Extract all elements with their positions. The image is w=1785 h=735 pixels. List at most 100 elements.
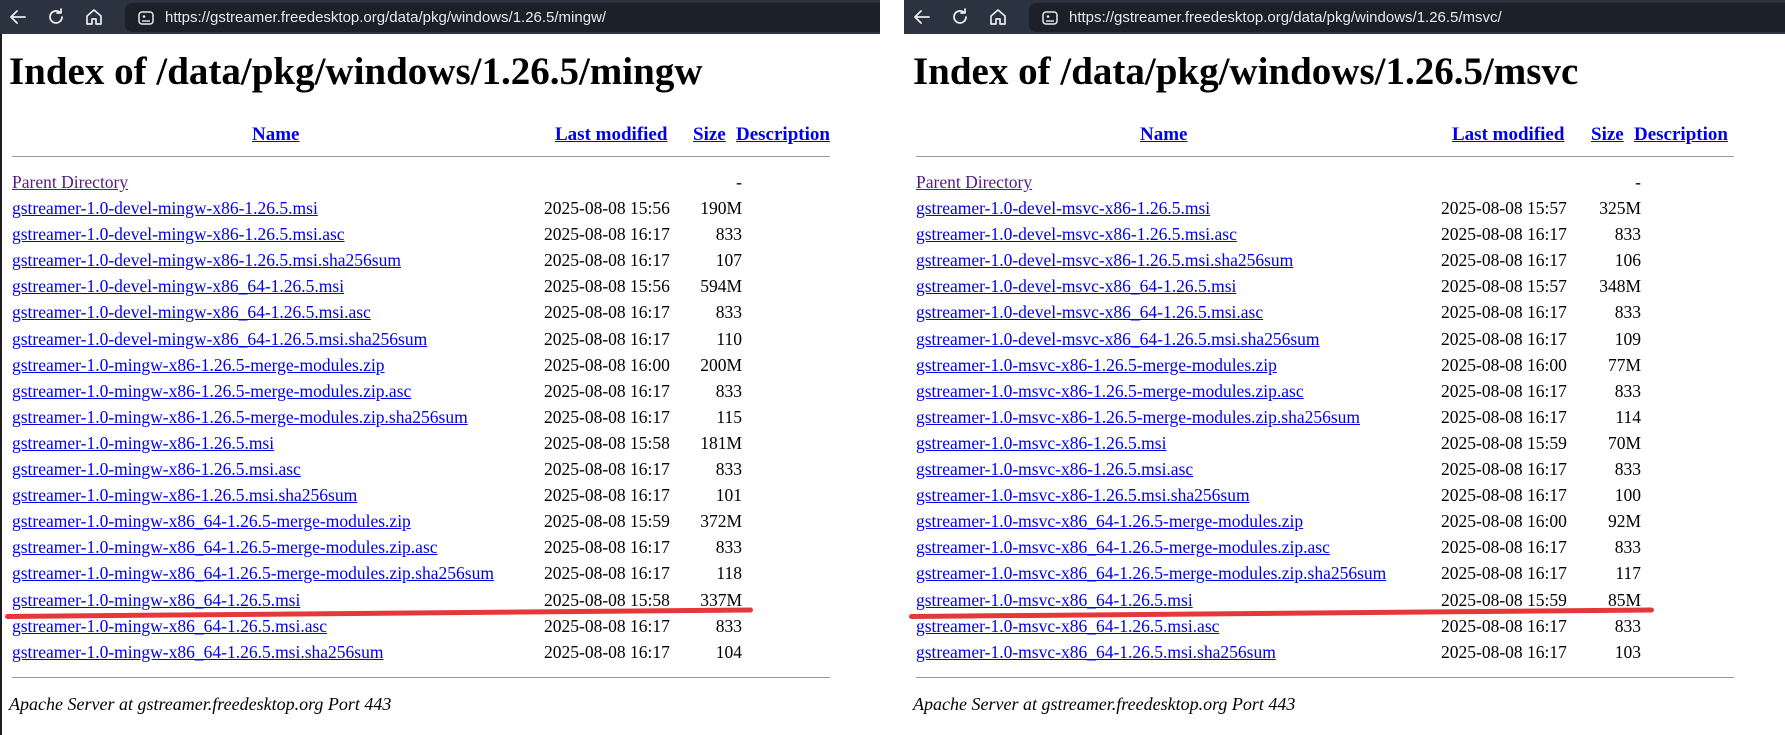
file-link[interactable]: gstreamer-1.0-mingw-x86_64-1.26.5.msi.as… (12, 616, 327, 637)
file-last-modified: 2025-08-08 16:17 (544, 250, 670, 271)
file-size: 833 (715, 380, 742, 401)
parent-size: - (736, 172, 742, 192)
file-row: gstreamer-1.0-msvc-x86-1.26.5.msi.asc 202… (916, 459, 1641, 485)
file-link[interactable]: gstreamer-1.0-msvc-x86-1.26.5-merge-modu… (916, 355, 1277, 376)
file-size: 70M (1607, 432, 1641, 453)
file-link[interactable]: gstreamer-1.0-devel-msvc-x86-1.26.5.msi.… (916, 224, 1237, 245)
url-text[interactable]: https://gstreamer.freedesktop.org/data/p… (1069, 9, 1502, 26)
file-row: gstreamer-1.0-devel-mingw-x86-1.26.5.msi… (12, 250, 742, 276)
file-size: 833 (715, 302, 742, 323)
file-link[interactable]: gstreamer-1.0-mingw-x86_64-1.26.5-merge-… (12, 537, 438, 558)
file-size: 833 (1614, 380, 1641, 401)
column-header-last-modified[interactable]: Last modified (1452, 124, 1564, 146)
file-link[interactable]: gstreamer-1.0-mingw-x86-1.26.5-merge-mod… (12, 381, 411, 402)
file-link[interactable]: gstreamer-1.0-devel-mingw-x86-1.26.5.msi (12, 198, 318, 219)
file-size: 833 (1614, 615, 1641, 636)
file-link[interactable]: gstreamer-1.0-mingw-x86-1.26.5.msi (12, 433, 274, 454)
file-link[interactable]: gstreamer-1.0-devel-mingw-x86_64-1.26.5.… (12, 276, 344, 297)
file-link[interactable]: gstreamer-1.0-msvc-x86-1.26.5-merge-modu… (916, 381, 1304, 402)
browser-toolbar: https://gstreamer.freedesktop.org/data/p… (904, 0, 1785, 34)
back-arrow-icon[interactable] (5, 4, 31, 30)
file-link[interactable]: gstreamer-1.0-mingw-x86_64-1.26.5-merge-… (12, 563, 494, 584)
back-arrow-icon[interactable] (909, 4, 935, 30)
site-info-icon[interactable] (137, 9, 155, 27)
file-link[interactable]: gstreamer-1.0-msvc-x86-1.26.5.msi.asc (916, 459, 1193, 480)
server-footer: Apache Server at gstreamer.freedesktop.o… (913, 694, 1296, 714)
file-link[interactable]: gstreamer-1.0-devel-msvc-x86-1.26.5.msi (916, 198, 1210, 219)
file-link[interactable]: gstreamer-1.0-devel-msvc-x86_64-1.26.5.m… (916, 329, 1320, 350)
column-header-size[interactable]: Size (1591, 124, 1624, 146)
file-link[interactable]: gstreamer-1.0-msvc-x86-1.26.5.msi (916, 433, 1166, 454)
file-row: gstreamer-1.0-mingw-x86_64-1.26.5-merge-… (12, 563, 742, 589)
file-last-modified: 2025-08-08 15:59 (544, 511, 670, 532)
file-last-modified: 2025-08-08 16:17 (544, 459, 670, 479)
address-bar[interactable]: https://gstreamer.freedesktop.org/data/p… (125, 3, 880, 32)
browser-window-msvc: https://gstreamer.freedesktop.org/data/p… (904, 0, 1785, 735)
home-icon[interactable] (985, 4, 1011, 30)
file-link[interactable]: gstreamer-1.0-mingw-x86-1.26.5-merge-mod… (12, 407, 468, 428)
reload-icon[interactable] (947, 4, 973, 30)
file-row: gstreamer-1.0-mingw-x86_64-1.26.5.msi.as… (12, 616, 742, 642)
file-last-modified: 2025-08-08 16:17 (1441, 328, 1567, 349)
file-last-modified: 2025-08-08 16:17 (544, 485, 670, 506)
window-border (0, 34, 2, 735)
reload-icon[interactable] (43, 4, 69, 30)
file-last-modified: 2025-08-08 16:17 (1441, 224, 1567, 245)
file-link[interactable]: gstreamer-1.0-msvc-x86_64-1.26.5-merge-m… (916, 563, 1386, 584)
file-row: gstreamer-1.0-msvc-x86-1.26.5-merge-modu… (916, 355, 1641, 381)
split-gap (880, 0, 904, 735)
file-link[interactable]: gstreamer-1.0-devel-mingw-x86-1.26.5.msi… (12, 250, 401, 271)
column-header-name[interactable]: Name (252, 124, 299, 146)
file-link[interactable]: gstreamer-1.0-msvc-x86-1.26.5-merge-modu… (916, 407, 1360, 428)
file-link[interactable]: gstreamer-1.0-devel-mingw-x86-1.26.5.msi… (12, 224, 345, 245)
file-link[interactable]: gstreamer-1.0-mingw-x86_64-1.26.5.msi.sh… (12, 642, 383, 663)
file-link[interactable]: gstreamer-1.0-devel-msvc-x86_64-1.26.5.m… (916, 302, 1263, 323)
file-link[interactable]: gstreamer-1.0-devel-msvc-x86-1.26.5.msi.… (916, 250, 1293, 271)
file-size: 118 (716, 563, 742, 584)
file-size: 77M (1607, 354, 1641, 375)
address-bar[interactable]: https://gstreamer.freedesktop.org/data/p… (1029, 3, 1785, 32)
header-divider (916, 156, 1734, 157)
file-link[interactable]: gstreamer-1.0-devel-mingw-x86_64-1.26.5.… (12, 329, 427, 350)
file-size: 348M (1599, 276, 1641, 297)
file-last-modified: 2025-08-08 15:58 (544, 589, 670, 610)
header-divider (12, 156, 830, 157)
file-size: 115 (716, 406, 742, 427)
column-header-name[interactable]: Name (1140, 124, 1187, 146)
site-info-icon[interactable] (1041, 9, 1059, 27)
file-last-modified: 2025-08-08 16:17 (544, 302, 670, 323)
file-link[interactable]: gstreamer-1.0-devel-mingw-x86_64-1.26.5.… (12, 302, 371, 323)
file-last-modified: 2025-08-08 15:57 (1441, 198, 1567, 218)
column-header-last-modified[interactable]: Last modified (555, 124, 667, 146)
parent-directory-link[interactable]: Parent Directory (12, 172, 128, 193)
home-icon[interactable] (81, 4, 107, 30)
file-link[interactable]: gstreamer-1.0-mingw-x86-1.26.5.msi.asc (12, 459, 301, 480)
file-link[interactable]: gstreamer-1.0-mingw-x86-1.26.5-merge-mod… (12, 355, 385, 376)
file-link[interactable]: gstreamer-1.0-mingw-x86_64-1.26.5.msi (12, 590, 300, 611)
file-size: 110 (716, 328, 742, 349)
parent-directory-link[interactable]: Parent Directory (916, 172, 1032, 193)
file-row: gstreamer-1.0-devel-mingw-x86-1.26.5.msi… (12, 224, 742, 250)
url-text[interactable]: https://gstreamer.freedesktop.org/data/p… (165, 9, 606, 26)
column-header-description[interactable]: Description (1634, 124, 1728, 146)
file-size: 372M (700, 511, 742, 532)
file-link[interactable]: gstreamer-1.0-msvc-x86_64-1.26.5-merge-m… (916, 537, 1330, 558)
column-header-size[interactable]: Size (693, 124, 726, 146)
file-link[interactable]: gstreamer-1.0-msvc-x86_64-1.26.5.msi.sha… (916, 642, 1276, 663)
file-row: gstreamer-1.0-mingw-x86-1.26.5.msi 2025-0… (12, 433, 742, 459)
file-last-modified: 2025-08-08 16:17 (544, 537, 670, 558)
file-link[interactable]: gstreamer-1.0-devel-msvc-x86_64-1.26.5.m… (916, 276, 1236, 297)
file-last-modified: 2025-08-08 16:17 (544, 563, 670, 584)
file-last-modified: 2025-08-08 16:17 (1441, 250, 1567, 271)
file-row: gstreamer-1.0-msvc-x86-1.26.5.msi.sha256… (916, 485, 1641, 511)
file-link[interactable]: gstreamer-1.0-mingw-x86_64-1.26.5-merge-… (12, 511, 411, 532)
file-link[interactable]: gstreamer-1.0-msvc-x86-1.26.5.msi.sha256… (916, 485, 1250, 506)
column-header-description[interactable]: Description (736, 124, 830, 146)
file-row: gstreamer-1.0-mingw-x86-1.26.5-merge-mod… (12, 381, 742, 407)
file-link[interactable]: gstreamer-1.0-msvc-x86_64-1.26.5.msi.asc (916, 616, 1219, 637)
file-row: gstreamer-1.0-msvc-x86_64-1.26.5-merge-m… (916, 537, 1641, 563)
file-link[interactable]: gstreamer-1.0-mingw-x86-1.26.5.msi.sha25… (12, 485, 357, 506)
file-link[interactable]: gstreamer-1.0-msvc-x86_64-1.26.5.msi (916, 590, 1193, 611)
file-row: gstreamer-1.0-mingw-x86_64-1.26.5-merge-… (12, 511, 742, 537)
file-link[interactable]: gstreamer-1.0-msvc-x86_64-1.26.5-merge-m… (916, 511, 1303, 532)
